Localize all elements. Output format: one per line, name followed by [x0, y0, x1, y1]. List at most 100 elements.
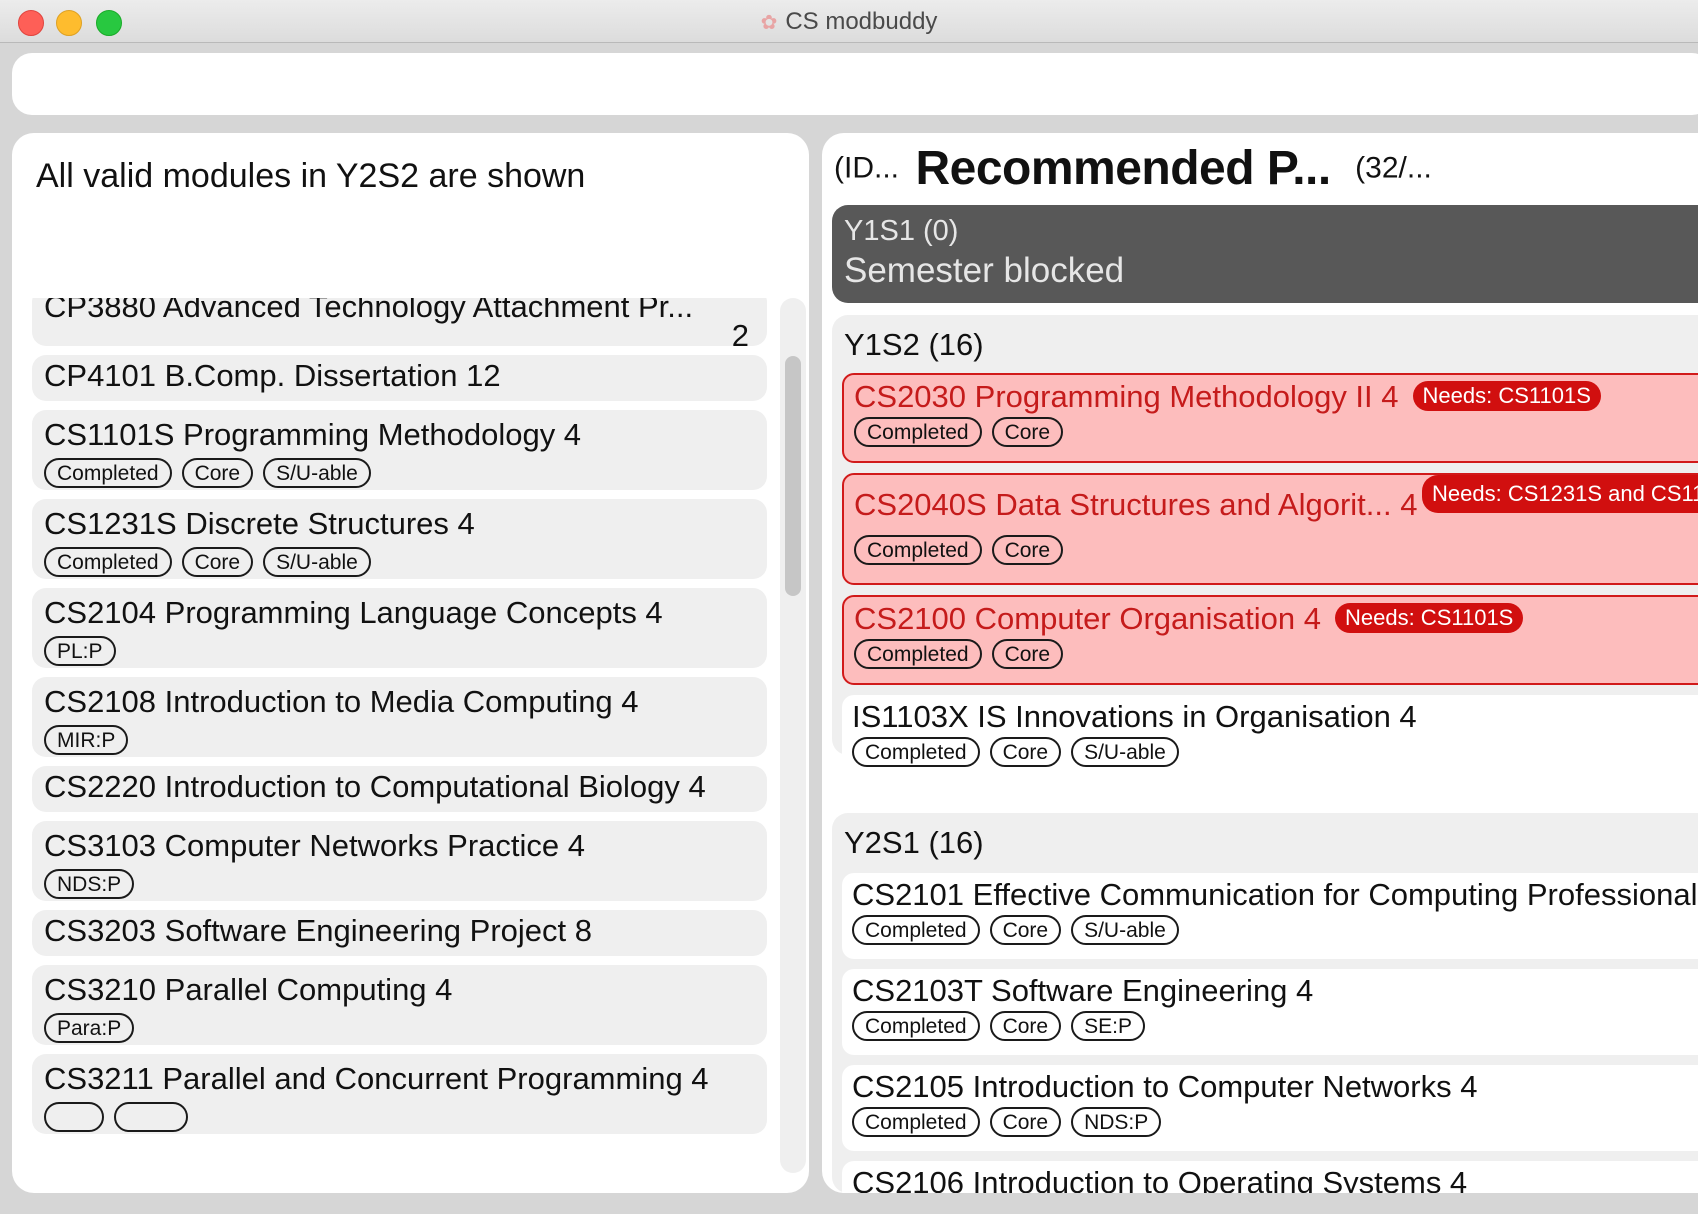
- tag: Core: [991, 535, 1064, 565]
- module-title-row: CS2100 Computer Organisation 4 Needs: CS1…: [854, 599, 1698, 639]
- list-item[interactable]: CS3210 Parallel Computing 4 Para:P: [32, 965, 767, 1045]
- plan-module-card[interactable]: CS2100 Computer Organisation 4 Needs: CS1…: [842, 595, 1698, 685]
- tag-row: NDS:P: [44, 869, 757, 903]
- window-title: CS modbuddy: [785, 8, 938, 35]
- needs-badge: Needs: CS1231S and CS1101S: [1422, 475, 1698, 513]
- tag: Completed: [852, 737, 980, 767]
- tag: S/U-able: [1071, 915, 1179, 945]
- list-item[interactable]: CP3880 Advanced Technology Attachment Pr…: [32, 298, 767, 353]
- tag: PL:P: [44, 636, 116, 666]
- tag-row: Completed Core SE:P: [852, 1011, 1698, 1045]
- module-title: CS3103 Computer Networks Practice 4: [44, 828, 586, 863]
- list-item[interactable]: CP4101 B.Comp. Dissertation 12: [32, 355, 767, 401]
- module-title: CS1231S Discrete Structures 4: [44, 506, 475, 541]
- module-credits: 2: [731, 318, 749, 353]
- result-display: All valid modules in Y2S2 are shown: [36, 157, 586, 195]
- list-item[interactable]: CS3203 Software Engineering Project 8: [32, 910, 767, 956]
- tag-row: Para:P: [44, 1013, 757, 1047]
- semester-name: Y2S1 (16): [844, 825, 984, 860]
- tag-row: Completed Core: [854, 535, 1698, 569]
- window-title-wrap: ✿ CS modbuddy: [0, 8, 1698, 36]
- module-title: CP3880 Advanced Technology Attachment Pr…: [44, 298, 694, 324]
- module-title: CS2104 Programming Language Concepts 4: [44, 595, 663, 630]
- module-title: CP4101 B.Comp. Dissertation 12: [44, 358, 501, 393]
- list-item[interactable]: CS1101S Programming Methodology 4 Comple…: [32, 410, 767, 490]
- list-item[interactable]: CS2104 Programming Language Concepts 4 P…: [32, 588, 767, 668]
- module-title: CS2105 Introduction to Computer Networks…: [852, 1069, 1478, 1104]
- semester-name: Y1S2 (16): [844, 327, 984, 362]
- semester-y1s1[interactable]: Y1S1 (0) Semester blocked: [832, 205, 1698, 303]
- tag: Completed: [854, 417, 982, 447]
- module-title: CS2030 Programming Methodology II 4: [854, 379, 1399, 414]
- command-box[interactable]: [12, 53, 1698, 115]
- plan-module-card[interactable]: CS2105 Introduction to Computer Networks…: [842, 1065, 1698, 1151]
- tag-row: Completed Core S/U-able: [44, 458, 757, 492]
- module-title: CS3210 Parallel Computing 4: [44, 972, 453, 1007]
- plan-module-card[interactable]: CS2040S Data Structures and Algorit... 4…: [842, 473, 1698, 585]
- title-bar: ✿ CS modbuddy: [0, 0, 1698, 43]
- tag: Core: [991, 417, 1064, 447]
- tag: Completed: [852, 1011, 980, 1041]
- module-list[interactable]: CP3880 Advanced Technology Attachment Pr…: [32, 298, 767, 1173]
- tag: S/U-able: [1071, 737, 1179, 767]
- tag-row: PL:P: [44, 636, 757, 670]
- semester-y1s2[interactable]: Y1S2 (16) CS2030 Programming Methodology…: [832, 315, 1698, 779]
- module-title: CS2106 Introduction to Operating Systems…: [852, 1165, 1468, 1193]
- tag: Core: [181, 547, 254, 577]
- plan-module-card[interactable]: CS2030 Programming Methodology II 4 Needs…: [842, 373, 1698, 463]
- module-list-scrollbar[interactable]: [780, 298, 806, 1173]
- tag-row: Completed Core: [854, 639, 1698, 673]
- tag: Core: [989, 915, 1062, 945]
- tag: SE:P: [1071, 1011, 1145, 1041]
- list-item[interactable]: CS3211 Parallel and Concurrent Programmi…: [32, 1054, 767, 1134]
- plan-credits: (32/...: [1355, 151, 1432, 185]
- list-item[interactable]: CS3103 Computer Networks Practice 4 NDS:…: [32, 821, 767, 901]
- plan-module-card[interactable]: CS2101 Effective Communication for Compu…: [842, 873, 1698, 959]
- plan-header: (ID... Recommended P... (32/...: [834, 141, 1432, 196]
- tag: Completed: [852, 1107, 980, 1137]
- plan-id: (ID...: [834, 151, 899, 185]
- tag-row: Completed Core S/U-able: [852, 915, 1698, 949]
- tag-row: MIR:P: [44, 725, 757, 759]
- tag: NDS:P: [1071, 1107, 1162, 1137]
- module-title: CS1101S Programming Methodology 4: [44, 417, 582, 452]
- tag: NDS:P: [44, 869, 135, 899]
- tag-row: Completed Core: [854, 417, 1698, 451]
- plan-module-card[interactable]: CS2103T Software Engineering 4 Completed…: [842, 969, 1698, 1055]
- tag: Completed: [854, 535, 982, 565]
- tag: Core: [989, 1011, 1062, 1041]
- window-bottom-edge: [0, 1196, 1698, 1214]
- tag: Core: [991, 639, 1064, 669]
- semester-name: Y1S1 (0): [844, 215, 959, 247]
- tag-row: Completed Core S/U-able: [852, 737, 1698, 771]
- tag: S/U-able: [263, 458, 371, 488]
- study-plan-panel: (ID... Recommended P... (32/... Y1S1 (0)…: [822, 133, 1698, 1193]
- plan-name: Recommended P...: [915, 142, 1331, 195]
- list-item[interactable]: CS2108 Introduction to Media Computing 4…: [32, 677, 767, 757]
- list-item[interactable]: CS1231S Discrete Structures 4 Completed C…: [32, 499, 767, 579]
- tag: MIR:P: [44, 725, 129, 755]
- module-title-row: CS2030 Programming Methodology II 4 Needs…: [854, 377, 1698, 417]
- tag: Completed: [44, 458, 172, 488]
- tag: Core: [989, 737, 1062, 767]
- tag: [114, 1102, 188, 1132]
- semester-y2s1[interactable]: Y2S1 (16) CS2101 Effective Communication…: [832, 813, 1698, 1193]
- module-title: CS2108 Introduction to Media Computing 4: [44, 684, 639, 719]
- scrollbar-thumb[interactable]: [785, 356, 801, 596]
- plan-module-card[interactable]: IS1103X IS Innovations in Organisation 4…: [842, 695, 1698, 779]
- tag: Completed: [854, 639, 982, 669]
- paw-icon: ✿: [760, 12, 778, 34]
- needs-badge: Needs: CS1101S: [1334, 603, 1524, 633]
- needs-badge: Needs: CS1101S: [1412, 381, 1601, 411]
- tag: [44, 1102, 104, 1132]
- tag: S/U-able: [263, 547, 371, 577]
- plan-module-card[interactable]: CS2106 Introduction to Operating Systems…: [842, 1161, 1698, 1193]
- module-list-panel: All valid modules in Y2S2 are shown CP38…: [12, 133, 809, 1193]
- module-title: CS2103T Software Engineering 4: [852, 973, 1314, 1008]
- list-item[interactable]: CS2220 Introduction to Computational Bio…: [32, 766, 767, 812]
- tag-row: Completed Core NDS:P: [852, 1107, 1698, 1141]
- module-title: CS3203 Software Engineering Project 8: [44, 913, 592, 948]
- command-input[interactable]: [32, 67, 1636, 103]
- module-title: CS3211 Parallel and Concurrent Programmi…: [44, 1061, 709, 1096]
- tag: Completed: [44, 547, 172, 577]
